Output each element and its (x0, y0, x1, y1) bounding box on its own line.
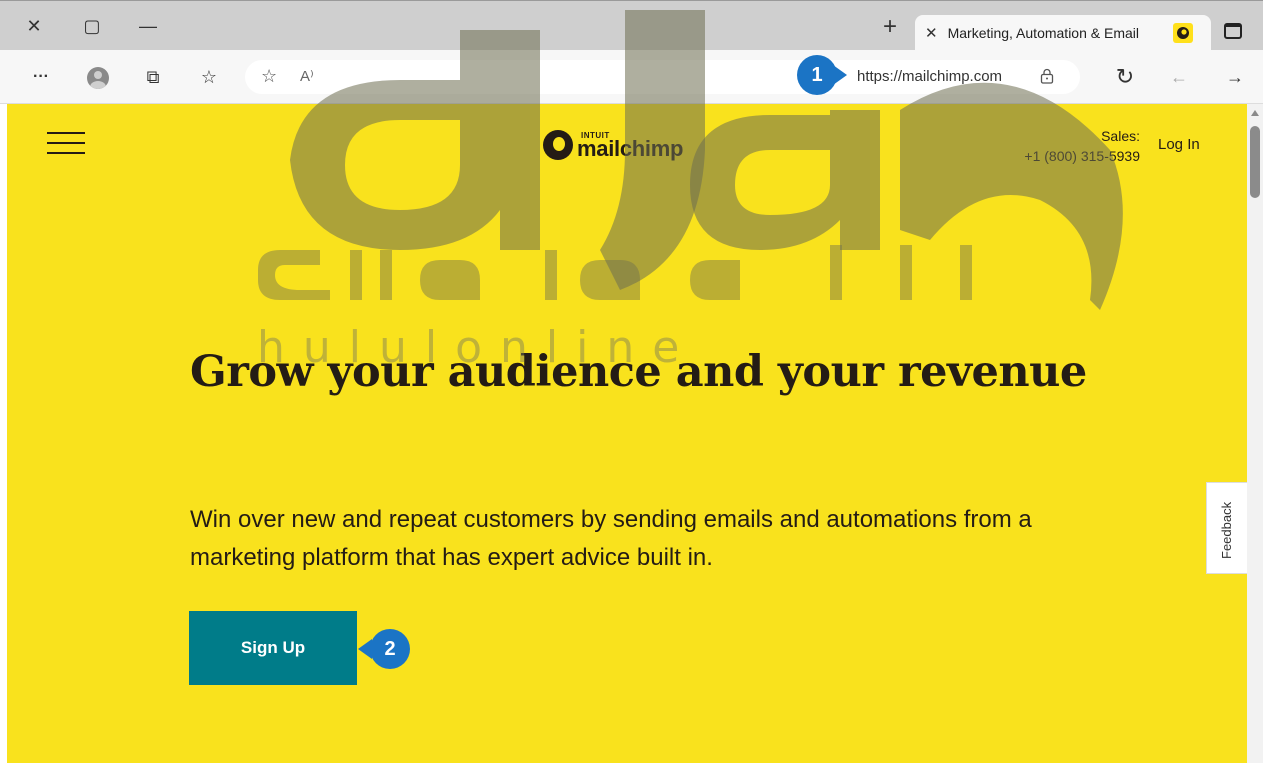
maximize-window-icon[interactable]: ▢ (78, 13, 106, 39)
favorites-icon[interactable]: ☆ (196, 64, 222, 90)
feedback-label: Feedback (1219, 501, 1234, 559)
back-icon[interactable]: ← (1166, 64, 1192, 90)
close-tab-icon[interactable]: ✕ (925, 24, 938, 42)
feedback-tab[interactable]: Feedback (1206, 482, 1247, 574)
close-window-icon[interactable]: ✕ (20, 13, 48, 39)
settings-menu-icon[interactable]: ··· (28, 64, 54, 90)
mailchimp-favicon-icon (1172, 23, 1193, 43)
sales-contact[interactable]: Sales: +1 (800) 315-5939 (975, 126, 1140, 166)
read-aloud-icon[interactable]: A⁾ (300, 67, 314, 85)
new-tab-button[interactable]: + (876, 13, 904, 41)
scroll-up-arrow-icon[interactable] (1251, 110, 1259, 116)
refresh-icon[interactable]: ↻ (1112, 64, 1138, 90)
tab-actions-icon[interactable] (1224, 23, 1242, 39)
profile-avatar-icon[interactable] (87, 67, 109, 89)
url-text[interactable]: https://mailchimp.com (857, 68, 1002, 85)
callout-marker-2: 2 (358, 629, 410, 669)
scroll-thumb[interactable] (1250, 126, 1260, 198)
login-link[interactable]: Log In (1158, 136, 1200, 153)
tab-bar: ✕ ▢ — + ✕ Marketing, Automation & Email (0, 0, 1263, 51)
hamburger-menu-icon[interactable] (47, 132, 85, 158)
hero-subtext: Win over new and repeat customers by sen… (190, 506, 1032, 571)
callout-marker-1: 1 (797, 55, 847, 95)
browser-toolbar: ··· ⧉ ☆ ☆ A⁾ https://mailchimp.com ↻ ← → (0, 50, 1263, 104)
tab-title: Marketing, Automation & Email (947, 25, 1139, 41)
address-bar[interactable]: ☆ A⁾ https://mailchimp.com (245, 60, 1080, 94)
sales-phone[interactable]: +1 (800) 315-5939 (975, 146, 1140, 166)
browser-tab[interactable]: ✕ Marketing, Automation & Email (915, 15, 1211, 51)
sales-label: Sales: (1101, 128, 1140, 144)
mailchimp-page: INTUIT mailchimp Sales: +1 (800) 315-593… (7, 104, 1247, 763)
freddie-logo-icon (543, 130, 573, 160)
minimize-window-icon[interactable]: — (134, 13, 162, 39)
hero-headline: Grow your audience and your revenue (190, 347, 1087, 397)
sign-up-button[interactable]: Sign Up (189, 611, 357, 685)
lock-icon[interactable] (1040, 68, 1054, 84)
logo-intuit-text: INTUIT (581, 131, 610, 140)
add-favorite-icon[interactable]: ☆ (261, 66, 277, 87)
page-scrollbar[interactable] (1247, 104, 1263, 763)
collections-icon[interactable]: ⧉ (140, 64, 166, 90)
forward-icon[interactable]: → (1222, 64, 1248, 90)
mailchimp-logo[interactable]: INTUIT mailchimp (543, 128, 683, 162)
